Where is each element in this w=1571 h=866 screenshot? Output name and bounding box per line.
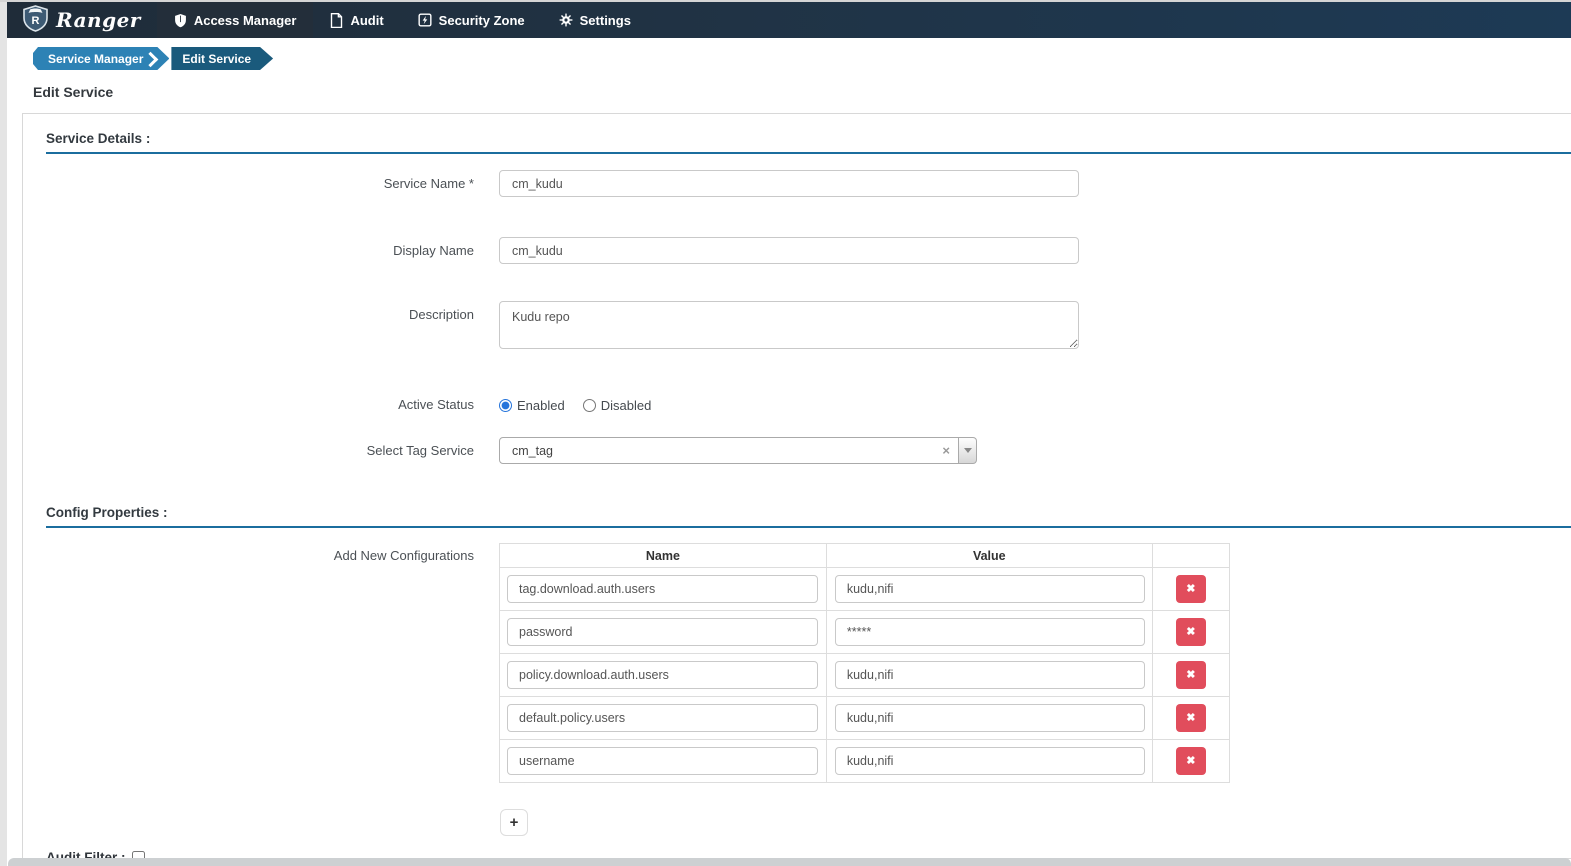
tag-service-row: Select Tag Service cm_tag × xyxy=(23,437,1571,464)
config-value-input[interactable] xyxy=(834,747,1145,775)
display-name-row: Display Name xyxy=(23,237,1571,264)
next-section-edge xyxy=(8,858,1571,866)
tag-service-select-value[interactable]: cm_tag × xyxy=(499,437,959,464)
nav-item-label: Audit xyxy=(350,12,384,28)
value-column-header: Value xyxy=(825,543,1153,568)
active-status-row: Active Status Enabled Disabled xyxy=(23,391,1571,413)
ranger-brand[interactable]: R Ranger xyxy=(7,2,157,38)
active-status-label: Active Status xyxy=(398,397,474,412)
document-icon xyxy=(330,12,343,28)
tag-service-select[interactable]: cm_tag × xyxy=(499,437,977,464)
shield-icon xyxy=(174,13,187,28)
nav-access-manager[interactable]: Access Manager xyxy=(156,2,314,38)
svg-text:R: R xyxy=(32,15,40,27)
description-label: Description xyxy=(408,307,474,322)
nav-item-label: Security Zone xyxy=(438,12,525,28)
top-navbar: R Ranger Access Manager Audit Security Z… xyxy=(7,2,1571,38)
delete-row-button[interactable]: ✖ xyxy=(1175,661,1206,689)
display-name-label: Display Name xyxy=(393,243,474,258)
nav-item-label: Access Manager xyxy=(193,12,297,28)
config-row: ✖ xyxy=(499,653,1231,697)
delete-row-button[interactable]: ✖ xyxy=(1175,704,1206,732)
config-row: ✖ xyxy=(499,610,1231,654)
display-name-input[interactable] xyxy=(499,237,1079,264)
breadcrumb-label: Edit Service xyxy=(182,51,252,66)
service-name-label: Service Name * xyxy=(383,176,474,191)
config-row: ✖ xyxy=(499,696,1231,740)
zone-bolt-icon xyxy=(418,13,432,27)
nav-item-label: Settings xyxy=(579,12,631,28)
config-properties-heading: Config Properties : xyxy=(46,505,168,520)
tag-service-label: Select Tag Service xyxy=(366,443,474,458)
delete-row-button[interactable]: ✖ xyxy=(1175,575,1206,603)
name-column-header: Name xyxy=(499,543,827,568)
delete-row-button[interactable]: ✖ xyxy=(1175,618,1206,646)
breadcrumb-edit-service[interactable]: Edit Service xyxy=(171,47,273,70)
section-divider xyxy=(46,152,1571,154)
enabled-radio[interactable]: Enabled xyxy=(499,398,565,413)
config-value-input[interactable] xyxy=(834,618,1145,646)
delete-row-button[interactable]: ✖ xyxy=(1175,747,1206,775)
disabled-radio[interactable]: Disabled xyxy=(582,398,652,413)
page-title: Edit Service xyxy=(33,84,114,100)
service-name-row: Service Name * xyxy=(23,170,1571,197)
add-row-button[interactable]: + xyxy=(500,809,528,836)
chevron-down-icon xyxy=(963,448,972,453)
breadcrumb-label: Service Manager xyxy=(48,51,144,66)
disabled-radio-input[interactable] xyxy=(582,399,596,412)
breadcrumb: Service Manager Edit Service xyxy=(7,38,1571,70)
enabled-radio-input[interactable] xyxy=(499,399,512,412)
breadcrumb-service-manager[interactable]: Service Manager xyxy=(33,47,169,70)
service-name-input[interactable] xyxy=(499,170,1079,197)
config-properties-row: Add New Configurations Name Value tag.do… xyxy=(23,543,1571,783)
description-row: Description Kudu repo xyxy=(23,301,1571,354)
config-row: ✖ xyxy=(499,739,1231,783)
config-value-input[interactable] xyxy=(834,661,1145,689)
enabled-radio-label: Enabled xyxy=(517,398,565,413)
description-textarea[interactable]: Kudu repo xyxy=(499,301,1079,349)
section-divider xyxy=(46,526,1571,528)
nav-audit[interactable]: Audit xyxy=(313,2,400,38)
config-row: ✖ xyxy=(499,567,1231,611)
config-table-header: Name Value xyxy=(499,543,1231,568)
config-name-input[interactable] xyxy=(507,618,818,646)
clear-icon[interactable]: × xyxy=(942,443,950,458)
config-table: Name Value ✖ xyxy=(499,543,1231,783)
edit-service-panel: Service Details : Service Name * Display… xyxy=(22,113,1571,859)
config-value-input[interactable] xyxy=(834,704,1145,732)
action-column-header xyxy=(1151,543,1231,568)
dropdown-toggle[interactable] xyxy=(959,437,977,464)
config-value-input[interactable] xyxy=(834,575,1145,603)
selected-tag: cm_tag xyxy=(512,443,553,458)
gear-icon xyxy=(559,13,573,27)
brand-name: Ranger xyxy=(56,8,141,32)
nav-settings[interactable]: Settings xyxy=(542,2,648,38)
add-configurations-label: Add New Configurations xyxy=(333,548,474,563)
nav-security-zone[interactable]: Security Zone xyxy=(401,2,542,38)
service-details-heading: Service Details : xyxy=(46,131,151,146)
config-name-input[interactable] xyxy=(507,747,818,775)
page: R Ranger Access Manager Audit Security Z… xyxy=(7,2,1571,866)
config-name-input[interactable] xyxy=(507,575,818,603)
config-name-input[interactable] xyxy=(507,661,818,689)
ranger-logo-icon: R xyxy=(22,4,49,37)
config-name-input[interactable] xyxy=(507,704,818,732)
disabled-radio-label: Disabled xyxy=(600,398,652,413)
